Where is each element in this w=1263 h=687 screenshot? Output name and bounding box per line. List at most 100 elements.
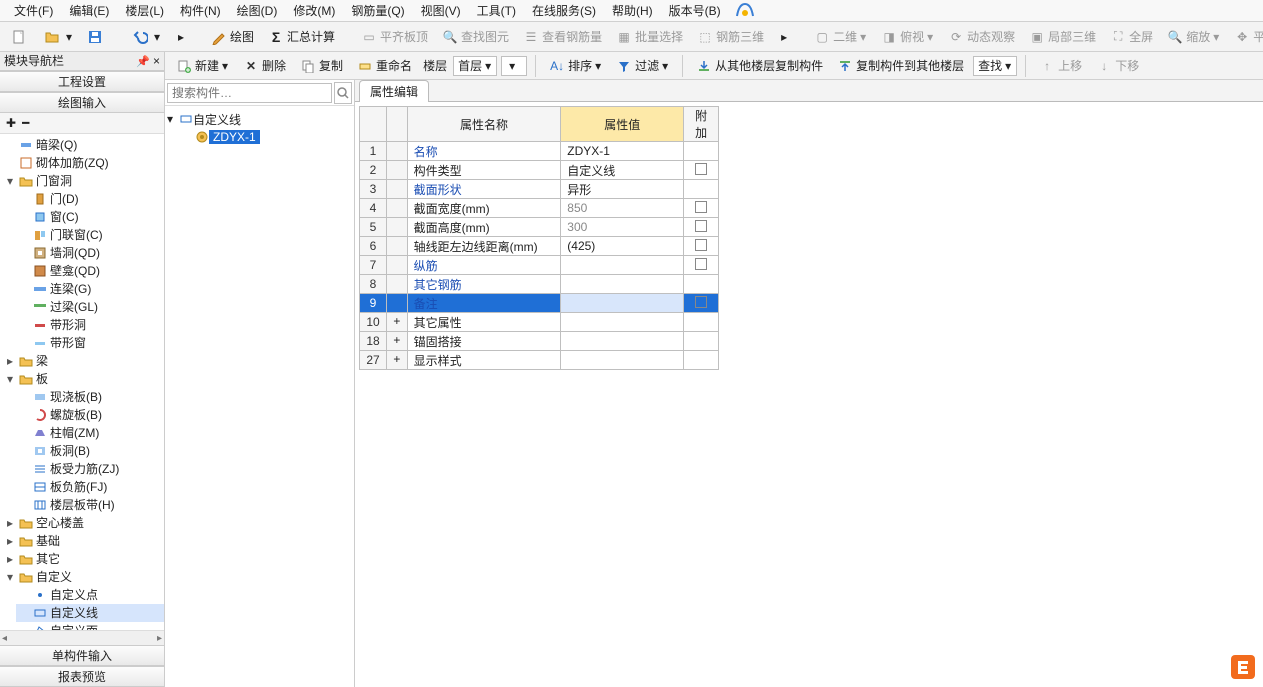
property-row[interactable]: 4截面宽度(mm)850	[360, 199, 719, 218]
section-draw-input[interactable]: 绘图输入	[0, 92, 164, 113]
move-down-button[interactable]: ↓下移	[1090, 54, 1145, 77]
expand-icon[interactable]: ✚	[6, 116, 16, 130]
area-icon	[32, 623, 48, 631]
dropdown-icon: ▾	[65, 29, 73, 45]
flat-top-button[interactable]: ▭平齐板顶	[355, 25, 434, 48]
open-file-button[interactable]: ▾	[38, 26, 79, 48]
filter-button[interactable]: 过滤▾	[610, 54, 675, 77]
section-report-preview[interactable]: 报表预览	[0, 666, 164, 687]
copy-from-floor-button[interactable]: 从其他楼层复制构件	[690, 54, 829, 77]
section-proj-settings[interactable]: 工程设置	[0, 71, 164, 92]
new-file-button[interactable]	[5, 26, 36, 48]
more-button[interactable]: ▸	[169, 26, 191, 48]
component-search-input[interactable]	[167, 83, 332, 103]
delete-icon: ✕	[243, 58, 259, 74]
calc-button[interactable]: Σ汇总计算	[262, 25, 341, 48]
property-row[interactable]: 3截面形状异形	[360, 180, 719, 199]
checkbox[interactable]	[695, 296, 707, 308]
property-row[interactable]: 6轴线距左边线距离(mm)(425)	[360, 237, 719, 256]
search-button[interactable]	[334, 82, 352, 104]
property-row[interactable]: 7纵筋	[360, 256, 719, 275]
folder-icon	[18, 551, 34, 567]
checkbox[interactable]	[695, 258, 707, 270]
checkbox[interactable]	[695, 239, 707, 251]
menu-view[interactable]: 视图(V)	[413, 0, 469, 21]
menu-help[interactable]: 帮助(H)	[604, 0, 661, 21]
folder-icon	[18, 371, 34, 387]
door-window-icon	[32, 227, 48, 243]
search-combo[interactable]: 查找▾	[973, 56, 1017, 76]
checkbox[interactable]	[695, 201, 707, 213]
col-value: 属性值	[561, 107, 684, 142]
checkbox[interactable]	[695, 220, 707, 232]
new-file-icon	[11, 29, 27, 45]
collapse-arrow-icon[interactable]: ▾	[167, 112, 179, 126]
folder-icon	[18, 569, 34, 585]
strip-window-icon	[32, 335, 48, 351]
folder-icon	[18, 173, 34, 189]
save-icon	[87, 29, 103, 45]
tab-property-edit[interactable]: 属性编辑	[359, 80, 429, 102]
find-elem-button[interactable]: 🔍查找图元	[436, 25, 515, 48]
menu-floor[interactable]: 楼层(L)	[117, 0, 172, 21]
import-icon	[696, 58, 712, 74]
more2-button[interactable]: ▸	[772, 26, 794, 48]
menu-version[interactable]: 版本号(B)	[661, 0, 729, 21]
draw-button[interactable]: 绘图	[205, 25, 260, 48]
property-row[interactable]: 2构件类型自定义线	[360, 161, 719, 180]
zoom-button[interactable]: 🔍缩放▾	[1161, 25, 1226, 48]
undo-button[interactable]: ▾	[126, 26, 167, 48]
pin-icon[interactable]: 📌	[136, 56, 150, 68]
menu-rebar[interactable]: 钢筋量(Q)	[343, 0, 412, 21]
expand-arrow-icon[interactable]: ▸	[4, 355, 16, 367]
folder-icon	[18, 515, 34, 531]
component-tree[interactable]: ▾自定义线 ZDYX-1	[165, 106, 354, 687]
move-up-button[interactable]: ↑上移	[1033, 54, 1088, 77]
neg-rebar-icon	[32, 479, 48, 495]
collapse-icon[interactable]: ━	[22, 116, 29, 130]
menu-component[interactable]: 构件(N)	[172, 0, 229, 21]
property-row[interactable]: 1名称ZDYX-1	[360, 142, 719, 161]
nav-tree[interactable]: 暗梁(Q) 砌体加筋(ZQ) ▾门窗洞 门(D) 窗(C) 门联窗(C) 墙洞(…	[0, 136, 164, 631]
component-list-panel: ▾自定义线 ZDYX-1	[165, 80, 355, 687]
pan-button[interactable]: ✥平移▾	[1228, 25, 1263, 48]
floor-select[interactable]: 首层▾	[453, 56, 497, 76]
property-row[interactable]: 8其它钢筋	[360, 275, 719, 294]
close-icon[interactable]: ×	[153, 54, 160, 68]
brand-logo-icon	[1229, 653, 1257, 681]
copy-button[interactable]: 复制	[294, 54, 349, 77]
local-3d-button[interactable]: ▣局部三维	[1023, 25, 1102, 48]
tree-item-custom-line[interactable]: 自定义线	[16, 604, 164, 622]
checkbox[interactable]	[695, 163, 707, 175]
component-item-selected[interactable]: ZDYX-1	[209, 130, 260, 144]
dyn-view-button[interactable]: ⟳动态观察	[942, 25, 1021, 48]
menu-draw[interactable]: 绘图(D)	[229, 0, 286, 21]
property-grid[interactable]: 属性名称 属性值 附加 1名称ZDYX-12构件类型自定义线3截面形状异形4截面…	[359, 106, 719, 370]
property-row[interactable]: 18+锚固搭接	[360, 332, 719, 351]
top-view-button[interactable]: ◨俯视▾	[875, 25, 940, 48]
property-row[interactable]: 9备注	[360, 294, 719, 313]
rename-button[interactable]: 重命名	[351, 54, 418, 77]
menu-tools[interactable]: 工具(T)	[469, 0, 524, 21]
property-row[interactable]: 5截面高度(mm)300	[360, 218, 719, 237]
property-row[interactable]: 10+其它属性	[360, 313, 719, 332]
layer-select[interactable]: ▾	[501, 56, 527, 76]
section-single-input[interactable]: 单构件输入	[0, 645, 164, 666]
menu-modify[interactable]: 修改(M)	[285, 0, 343, 21]
menu-online[interactable]: 在线服务(S)	[524, 0, 604, 21]
multi-sel-button[interactable]: ▦批量选择	[610, 25, 689, 48]
view-rebar-button[interactable]: ☰查看钢筋量	[517, 25, 608, 48]
menu-file[interactable]: 文件(F)	[6, 0, 61, 21]
fullscreen-button[interactable]: ⛶全屏	[1104, 25, 1159, 48]
new-component-button[interactable]: 新建▾	[170, 54, 235, 77]
view-2d-button[interactable]: ▢二维▾	[808, 25, 873, 48]
property-row[interactable]: 27+显示样式	[360, 351, 719, 370]
collapse-arrow-icon[interactable]: ▾	[4, 175, 16, 187]
sort-button[interactable]: A↓排序▾	[543, 54, 608, 77]
copy-to-floor-button[interactable]: 复制构件到其他楼层	[831, 54, 970, 77]
save-button[interactable]	[81, 26, 112, 48]
menu-edit[interactable]: 编辑(E)	[61, 0, 117, 21]
delete-button[interactable]: ✕删除	[237, 54, 292, 77]
nav-scrollbar[interactable]: ◂▸	[0, 630, 164, 645]
rebar-3d-button[interactable]: ⬚钢筋三维	[691, 25, 770, 48]
